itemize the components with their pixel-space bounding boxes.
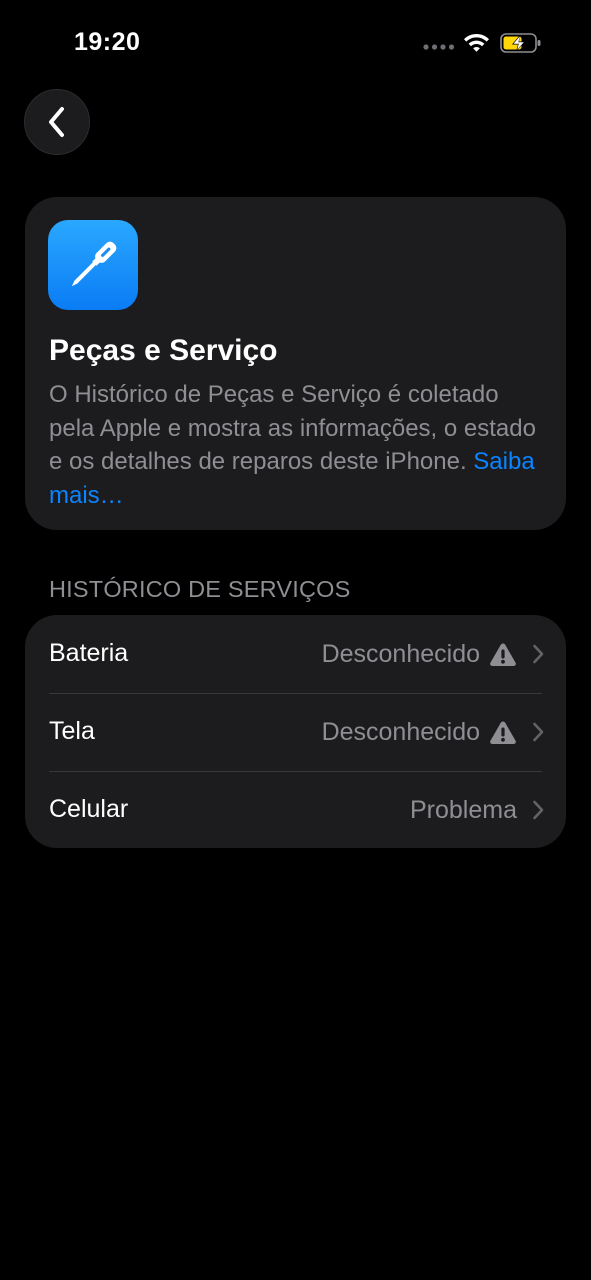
row-value: Desconhecido bbox=[321, 639, 480, 668]
section-header: HISTÓRICO DE SERVIÇOS bbox=[49, 576, 351, 602]
row-accessory: Desconhecido bbox=[322, 615, 544, 693]
row-accessory: Problema bbox=[410, 771, 544, 848]
screen: 19:20 Peças e Serviço O Histórico de Peç… bbox=[0, 0, 591, 1280]
status-bar: 19:20 bbox=[0, 0, 591, 90]
row-label: Bateria bbox=[49, 639, 129, 667]
chevron-right-icon bbox=[533, 644, 544, 664]
page-title: Peças e Serviço bbox=[49, 334, 278, 367]
back-button[interactable] bbox=[24, 89, 90, 155]
row-value: Problema bbox=[410, 795, 517, 824]
wifi-icon bbox=[464, 34, 489, 52]
card-description: O Histórico de Peças e Serviço é coletad… bbox=[49, 378, 549, 512]
cellular-signal-icon bbox=[423, 44, 455, 50]
header-card: Peças e Serviço O Histórico de Peças e S… bbox=[25, 197, 566, 530]
list-item-cellular[interactable]: Celular Problema bbox=[25, 771, 566, 848]
screwdriver-icon bbox=[71, 241, 117, 287]
chevron-left-icon bbox=[49, 107, 64, 137]
service-history-list: Bateria Desconhecido Tela Desconhecido C… bbox=[25, 615, 566, 848]
parts-service-app-icon bbox=[48, 220, 138, 310]
list-item-screen[interactable]: Tela Desconhecido bbox=[25, 693, 566, 771]
warning-icon bbox=[490, 721, 516, 744]
description-text: O Histórico de Peças e Serviço é coletad… bbox=[49, 381, 536, 475]
row-value: Desconhecido bbox=[321, 717, 480, 746]
battery-charging-icon bbox=[500, 33, 541, 53]
row-label: Tela bbox=[49, 717, 95, 745]
warning-icon bbox=[490, 643, 516, 666]
chevron-right-icon bbox=[533, 722, 544, 742]
list-item-battery[interactable]: Bateria Desconhecido bbox=[25, 615, 566, 693]
row-accessory: Desconhecido bbox=[322, 693, 544, 771]
chevron-right-icon bbox=[533, 800, 544, 820]
status-time: 19:20 bbox=[74, 28, 141, 56]
row-label: Celular bbox=[49, 795, 129, 823]
